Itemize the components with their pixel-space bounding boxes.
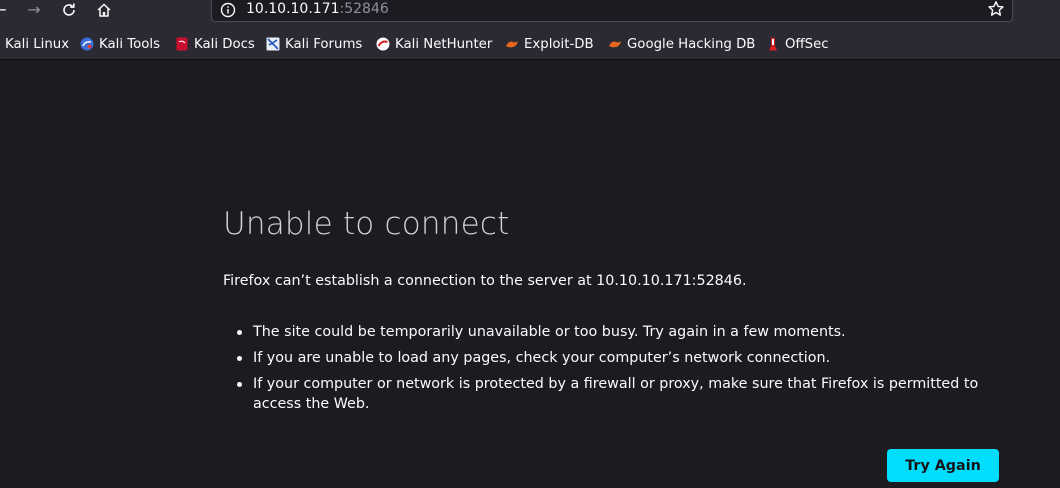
kali-forums-icon xyxy=(266,37,280,51)
reason-text: If you are unable to load any pages, che… xyxy=(253,350,831,366)
list-item: If you are unable to load any pages, che… xyxy=(235,348,995,368)
url-host: 10.10.10.171 xyxy=(246,1,340,17)
home-icon xyxy=(97,3,111,17)
bookmark-kali-nethunter[interactable]: Kali NetHunter xyxy=(376,35,492,53)
kali-docs-icon xyxy=(176,37,188,51)
bookmark-label: Kali Tools xyxy=(99,36,161,52)
bookmark-google-hacking-db[interactable]: Google Hacking DB xyxy=(608,35,755,53)
list-item: If your computer or network is protected… xyxy=(235,374,995,414)
bullet-icon xyxy=(237,382,242,387)
ghdb-icon xyxy=(609,41,621,48)
list-item: The site could be temporarily unavailabl… xyxy=(235,322,995,342)
kali-tools-icon xyxy=(80,37,94,51)
bookmark-label: Exploit-DB xyxy=(524,36,594,52)
bookmark-label: Kali Docs xyxy=(194,36,255,52)
back-button[interactable]: ← xyxy=(0,0,14,20)
exploit-db-icon xyxy=(506,41,518,48)
forward-arrow-icon: → xyxy=(27,0,41,19)
url-text[interactable]: 10.10.10.171:52846 xyxy=(246,1,389,17)
nethunter-icon xyxy=(376,37,390,51)
bookmark-offsec[interactable]: OffSec xyxy=(766,35,829,53)
navigation-toolbar: ← → 10.10.10.171:52846 xyxy=(0,0,1060,28)
bullet-icon xyxy=(237,330,242,335)
bookmark-label: OffSec xyxy=(785,36,829,52)
bookmark-kali-tools[interactable]: Kali Tools xyxy=(80,35,160,53)
bookmark-kali-docs[interactable]: Kali Docs xyxy=(175,35,255,53)
error-title: Unable to connect xyxy=(223,206,510,242)
bookmark-star-icon[interactable] xyxy=(987,0,1005,18)
bookmark-kali-forums[interactable]: Kali Forums xyxy=(266,35,362,53)
offsec-icon xyxy=(769,37,777,51)
url-bar[interactable]: 10.10.10.171:52846 xyxy=(211,0,1013,22)
reload-button[interactable] xyxy=(55,0,83,20)
bookmark-kali-linux[interactable]: Kali Linux xyxy=(5,35,69,53)
home-button[interactable] xyxy=(90,0,118,20)
back-arrow-icon: ← xyxy=(0,0,7,19)
bullet-icon xyxy=(237,356,242,361)
bookmark-exploit-db[interactable]: Exploit-DB xyxy=(505,35,594,53)
reason-text: If your computer or network is protected… xyxy=(253,376,979,412)
reload-icon xyxy=(63,3,75,16)
error-description: Firefox can’t establish a connection to … xyxy=(223,273,747,289)
site-info-icon[interactable] xyxy=(220,2,236,18)
error-reasons-list: The site could be temporarily unavailabl… xyxy=(235,322,995,420)
reason-text: The site could be temporarily unavailabl… xyxy=(253,324,846,340)
bookmark-label: Google Hacking DB xyxy=(627,36,756,52)
bookmark-label: Kali NetHunter xyxy=(395,36,493,52)
forward-button[interactable]: → xyxy=(20,0,48,20)
url-port: :52846 xyxy=(339,1,389,17)
bookmark-label: Kali Linux xyxy=(5,36,70,52)
bookmarks-toolbar: Kali Linux Kali Tools Kali Docs Kali For… xyxy=(0,28,1060,60)
try-again-button[interactable]: Try Again xyxy=(887,449,999,482)
bookmark-label: Kali Forums xyxy=(285,36,363,52)
